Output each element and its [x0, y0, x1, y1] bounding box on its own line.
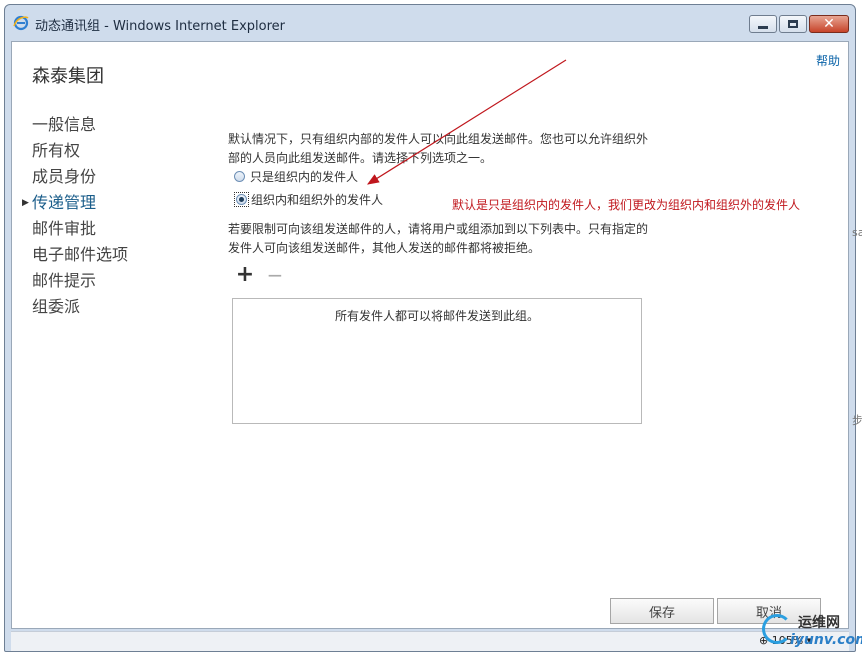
nav-item-label: 电子邮件选项	[32, 245, 129, 264]
swirl-icon	[762, 614, 792, 644]
radio-label: 组织内和组织外的发件人	[251, 193, 384, 207]
nav-item-label: 组委派	[32, 297, 81, 316]
minus-icon: −	[266, 263, 284, 287]
plus-icon: +	[235, 262, 255, 287]
nav-item-ownership[interactable]: 所有权	[32, 138, 128, 164]
nav-item-delivery-management[interactable]: ▶ 传递管理	[22, 190, 128, 216]
radio-button[interactable]	[234, 171, 245, 182]
radio-all-senders[interactable]: 组织内和组织外的发件人	[234, 191, 383, 208]
selected-arrow-icon: ▶	[22, 198, 29, 208]
minimize-icon	[758, 25, 768, 29]
close-icon: ✕	[823, 16, 835, 32]
allowed-senders-list[interactable]: 所有发件人都可以将邮件发送到此组。	[232, 298, 642, 424]
watermark-text: 运维网	[798, 615, 840, 631]
nav-item-email-options[interactable]: 电子邮件选项	[32, 242, 128, 268]
watermark-logo: 运维网 iyunv.com	[760, 608, 862, 654]
nav-item-label: 所有权	[32, 141, 81, 160]
side-navigation: 一般信息 所有权 成员身份 ▶ 传递管理 邮件审批 电子邮件选项 邮件提示 组委…	[22, 112, 128, 320]
save-button[interactable]: 保存	[610, 598, 714, 624]
radio-internal-senders[interactable]: 只是组织内的发件人	[234, 168, 358, 185]
minimize-button[interactable]	[749, 15, 777, 33]
nav-item-mailtip[interactable]: 邮件提示	[32, 268, 128, 294]
page-content: 帮助 森泰集团 一般信息 所有权 成员身份 ▶ 传递管理 邮件审批 电子邮件选项…	[11, 41, 849, 629]
nav-item-message-approval[interactable]: 邮件审批	[32, 216, 128, 242]
nav-item-label: 一般信息	[32, 115, 97, 134]
nav-item-label: 邮件提示	[32, 271, 97, 290]
ie-window: 动态通讯组 - Windows Internet Explorer ✕ 帮助 森…	[4, 4, 856, 652]
window-title: 动态通讯组 - Windows Internet Explorer	[35, 19, 285, 34]
add-sender-button[interactable]: +	[235, 262, 255, 287]
nav-item-label: 成员身份	[32, 167, 97, 186]
nav-item-general[interactable]: 一般信息	[32, 112, 128, 138]
nav-item-group-delegation[interactable]: 组委派	[32, 294, 128, 320]
close-button[interactable]: ✕	[809, 15, 849, 33]
edge-text-fragment: 步	[852, 414, 862, 427]
empty-list-message: 所有发件人都可以将邮件发送到此组。	[334, 309, 539, 323]
remove-sender-button[interactable]: −	[266, 263, 284, 287]
nav-item-membership[interactable]: 成员身份	[32, 164, 128, 190]
page-title: 森泰集团	[32, 66, 104, 87]
restrict-description: 若要限制可向该组发送邮件的人，请将用户或组添加到以下列表中。只有指定的发件人可向…	[228, 222, 649, 255]
internet-explorer-icon	[13, 15, 29, 31]
title-bar[interactable]: 动态通讯组 - Windows Internet Explorer ✕	[5, 5, 855, 41]
radio-label: 只是组织内的发件人	[250, 170, 359, 184]
nav-item-label: 传递管理	[32, 193, 97, 212]
watermark-url: iyunv.com	[790, 632, 862, 648]
focus-outline	[234, 192, 249, 207]
edge-text-fragment: sa	[852, 226, 862, 239]
radio-button-checked[interactable]	[236, 194, 247, 205]
nav-item-label: 邮件审批	[32, 219, 97, 238]
help-link[interactable]: 帮助	[816, 52, 840, 69]
status-bar: ⊕ 105% ▾	[11, 631, 849, 651]
maximize-button[interactable]	[779, 15, 807, 33]
maximize-icon	[788, 20, 798, 28]
delivery-description: 默认情况下，只有组织内部的发件人可以向此组发送邮件。您也可以允许组织外部的人员向…	[228, 132, 649, 165]
annotation-note: 默认是只是组织内的发件人，我们更改为组织内和组织外的发件人	[452, 198, 801, 212]
